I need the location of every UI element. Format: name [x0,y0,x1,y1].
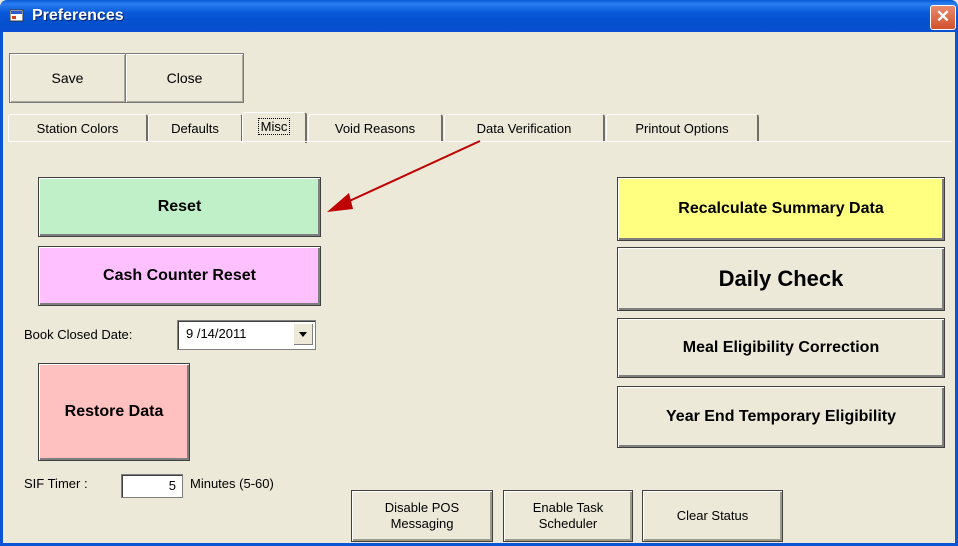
reset-button[interactable]: Reset [38,177,321,237]
close-button[interactable]: Close [125,53,244,103]
tab-printout-options[interactable]: Printout Options [606,114,759,142]
title-bar[interactable]: Preferences ✕ [0,0,958,32]
sif-timer-input[interactable]: 5 [121,474,183,498]
tab-label: Defaults [171,121,219,136]
daily-check-button[interactable]: Daily Check [617,247,945,311]
sif-timer-units: Minutes (5-60) [190,476,274,491]
recalculate-summary-label: Recalculate Summary Data [678,200,884,217]
cash-counter-reset-label: Cash Counter Reset [103,267,256,284]
sif-timer-label: SIF Timer : [24,476,88,491]
tab-label: Printout Options [635,121,729,136]
tab-defaults[interactable]: Defaults [148,114,243,142]
daily-check-label: Daily Check [718,266,844,291]
book-closed-date-value: 9 /14/2011 [186,326,247,341]
book-closed-date-label: Book Closed Date: [24,327,133,342]
window-frame-left [0,32,3,546]
reset-button-label: Reset [157,198,202,215]
save-button-label: Save [51,70,84,86]
chevron-down-icon[interactable] [293,323,313,345]
app-icon [10,9,24,22]
year-end-temporary-eligibility-button[interactable]: Year End Temporary Eligibility [617,386,945,448]
tab-divider [8,141,952,142]
disable-pos-label: Disable POS Messaging [384,500,460,531]
restore-data-button[interactable]: Restore Data [38,363,190,461]
window-close-button[interactable]: ✕ [930,5,956,30]
tab-void-reasons[interactable]: Void Reasons [308,114,443,142]
meal-eligibility-correction-button[interactable]: Meal Eligibility Correction [617,318,945,378]
tab-label: Misc [257,118,291,135]
clear-status-label: Clear Status [676,508,749,523]
tab-misc[interactable]: Misc [242,112,307,143]
enable-task-label: Enable Task Scheduler [532,500,604,531]
recalculate-summary-button[interactable]: Recalculate Summary Data [617,177,945,241]
save-button[interactable]: Save [9,53,126,103]
clear-status-button[interactable]: Clear Status [642,490,783,542]
sif-timer-value: 5 [168,478,176,493]
close-button-label: Close [166,70,203,86]
enable-task-scheduler-button[interactable]: Enable Task Scheduler [503,490,633,542]
year-end-label: Year End Temporary Eligibility [666,408,896,425]
cash-counter-reset-button[interactable]: Cash Counter Reset [38,246,321,306]
tab-label: Void Reasons [334,121,416,136]
tab-station-colors[interactable]: Station Colors [8,114,148,142]
tab-label: Station Colors [36,121,119,136]
restore-data-label: Restore Data [64,403,164,420]
tab-data-verification[interactable]: Data Verification [444,114,605,142]
window-title: Preferences [32,7,124,24]
preferences-window: Preferences ✕ Save Close Station Colors … [0,0,958,546]
tab-label: Data Verification [476,121,572,136]
book-closed-date-select[interactable]: 9 /14/2011 [177,320,316,350]
disable-pos-messaging-button[interactable]: Disable POS Messaging [351,490,493,542]
meal-eligibility-label: Meal Eligibility Correction [682,339,880,356]
